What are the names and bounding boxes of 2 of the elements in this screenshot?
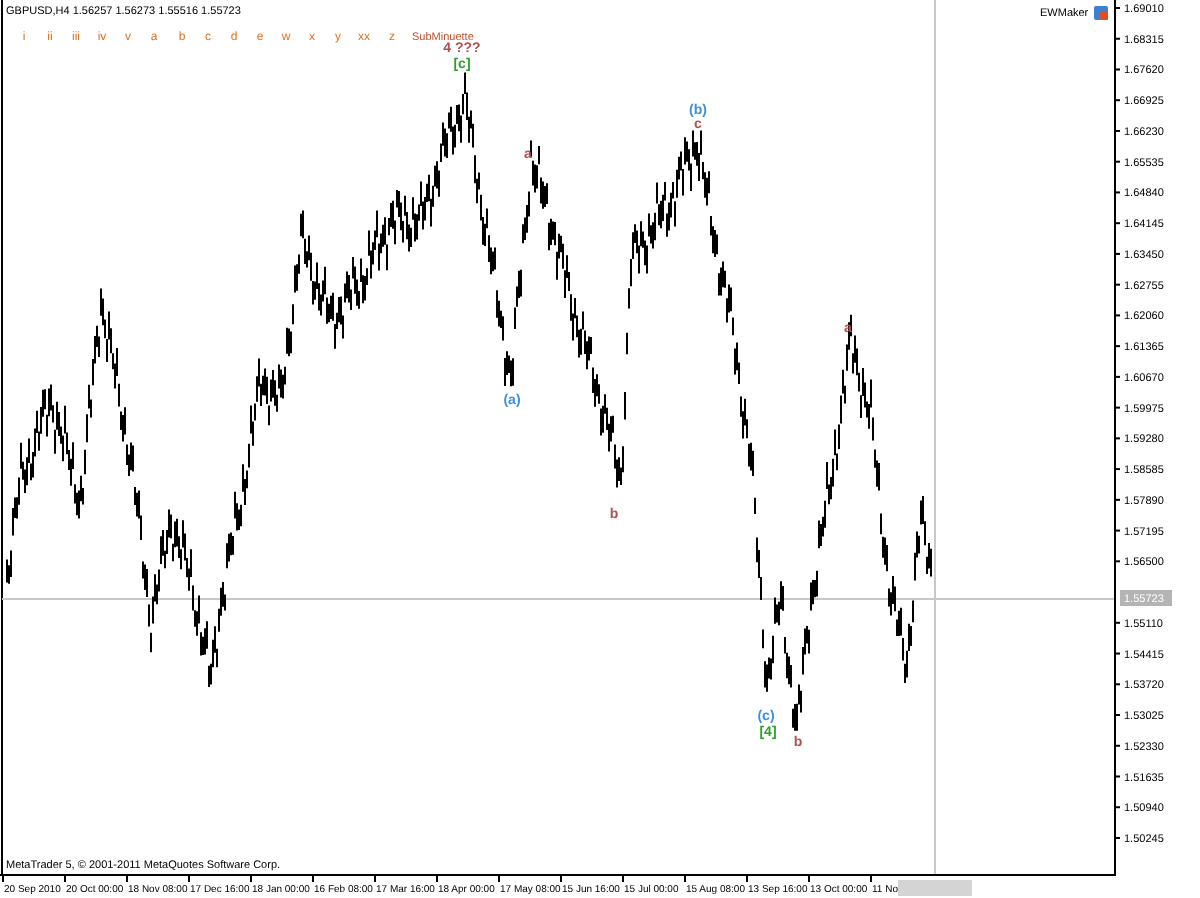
- indicator-icon: [1094, 6, 1108, 20]
- crosshair-time-tag: [898, 880, 972, 896]
